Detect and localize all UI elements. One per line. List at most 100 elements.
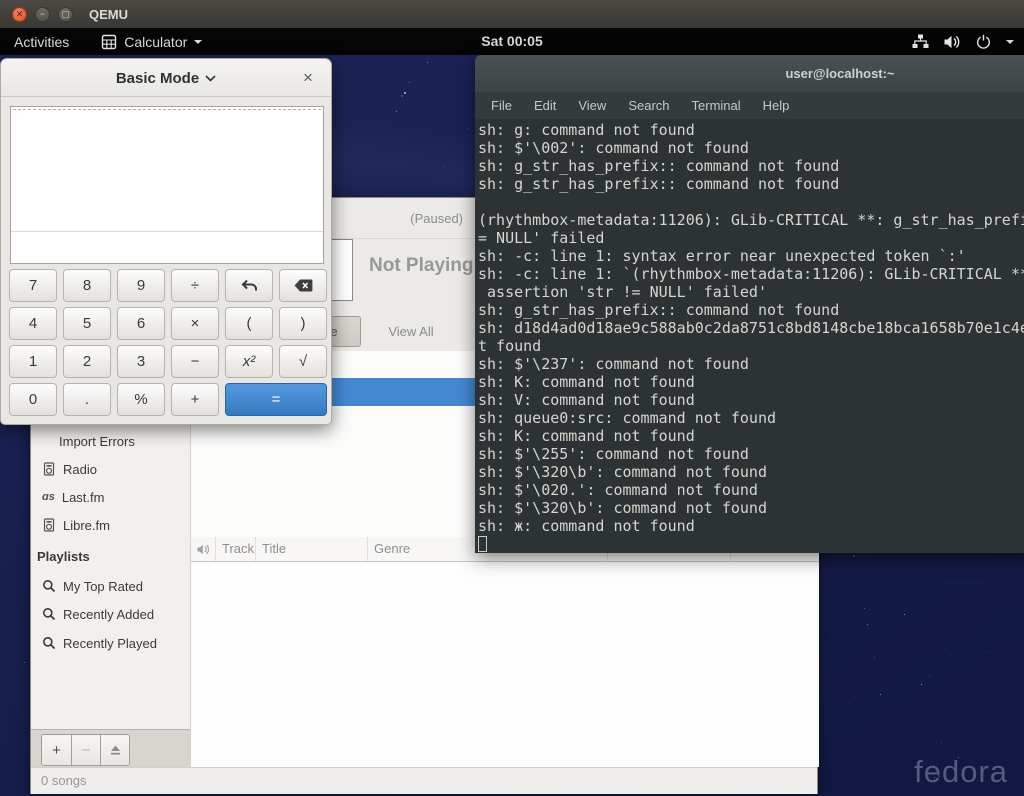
network-icon[interactable] bbox=[912, 34, 929, 49]
sidebar-item-label: Import Errors bbox=[59, 434, 135, 449]
system-menu-chevron-icon[interactable] bbox=[1006, 40, 1014, 44]
terminal-menubar: FileEditViewSearchTerminalHelp bbox=[475, 92, 1024, 119]
key-4[interactable]: 4 bbox=[9, 307, 57, 340]
terminal-output-line: sh: g: command not found bbox=[478, 121, 1024, 139]
gnome-top-bar: Activities Calculator Sat 00:05 bbox=[0, 28, 1024, 55]
sidebar-item-label: Recently Added bbox=[63, 607, 154, 622]
key-add[interactable]: + bbox=[171, 383, 219, 416]
radio-icon bbox=[42, 518, 56, 532]
terminal-output-line: sh: $'\002': command not found bbox=[478, 139, 1024, 157]
key-divide[interactable]: ÷ bbox=[171, 269, 219, 302]
backspace-icon bbox=[294, 279, 313, 292]
sidebar-item-label: My Top Rated bbox=[63, 579, 143, 594]
key-backspace[interactable] bbox=[279, 269, 327, 302]
view-all-button[interactable]: View All bbox=[366, 318, 456, 345]
display-focus-line bbox=[13, 109, 321, 110]
eject-icon bbox=[109, 744, 122, 756]
terminal-menu-item[interactable]: Help bbox=[752, 98, 801, 113]
terminal-output-line: = NULL' failed bbox=[478, 229, 1024, 247]
terminal-menu-item[interactable]: Terminal bbox=[681, 98, 752, 113]
window-minimize-button[interactable]: − bbox=[35, 7, 50, 22]
radio-icon bbox=[42, 462, 56, 476]
calculator-display[interactable] bbox=[10, 106, 324, 264]
sidebar-item-label: Radio bbox=[63, 462, 97, 477]
sidebar-playlists-header: Playlists bbox=[31, 544, 190, 568]
terminal-output-line: t found bbox=[478, 337, 1024, 355]
terminal-output-line bbox=[478, 193, 1024, 211]
key-8[interactable]: 8 bbox=[63, 269, 111, 302]
terminal-menu-item[interactable]: View bbox=[567, 98, 617, 113]
terminal-menu-item[interactable]: Search bbox=[617, 98, 680, 113]
key-multiply[interactable]: × bbox=[171, 307, 219, 340]
sidebar-item-recently-added[interactable]: Recently Added bbox=[31, 602, 190, 626]
calculator-headerbar: Basic Mode × bbox=[1, 59, 331, 97]
app-menu-label: Calculator bbox=[124, 34, 187, 50]
key-equals[interactable]: = bbox=[225, 383, 327, 416]
terminal-output-line: sh: K: command not found bbox=[478, 427, 1024, 445]
search-icon bbox=[42, 579, 56, 593]
terminal-lines: sh: g: command not foundsh: $'\002': com… bbox=[478, 121, 1024, 535]
terminal-titlebar[interactable]: user@localhost:~ bbox=[475, 55, 1024, 92]
key-square[interactable]: x² bbox=[225, 345, 273, 378]
calculator-app-icon bbox=[101, 34, 117, 50]
speaker-icon bbox=[197, 544, 210, 555]
key-decimal[interactable]: . bbox=[63, 383, 111, 416]
key-1[interactable]: 1 bbox=[9, 345, 57, 378]
rhythmbox-status-bar: 0 songs bbox=[31, 767, 817, 794]
search-icon bbox=[42, 636, 56, 650]
key-sqrt[interactable]: √ bbox=[279, 345, 327, 378]
key-7[interactable]: 7 bbox=[9, 269, 57, 302]
mode-menu-button[interactable]: Basic Mode bbox=[1, 59, 331, 97]
mode-label: Basic Mode bbox=[116, 70, 199, 87]
key-3[interactable]: 3 bbox=[117, 345, 165, 378]
sidebar-item-librefm[interactable]: Libre.fm bbox=[31, 513, 190, 537]
sidebar-item-my-top-rated[interactable]: My Top Rated bbox=[31, 574, 190, 598]
key-undo[interactable] bbox=[225, 269, 273, 302]
title-column-header[interactable]: Title bbox=[256, 537, 368, 561]
key-6[interactable]: 6 bbox=[117, 307, 165, 340]
app-menu-calculator[interactable]: Calculator bbox=[91, 34, 212, 50]
sidebar-item-radio[interactable]: Radio bbox=[31, 457, 190, 481]
window-close-button[interactable]: ✕ bbox=[12, 7, 27, 22]
sidebar-item-recently-played[interactable]: Recently Played bbox=[31, 631, 190, 655]
lastfm-icon: ɑs bbox=[42, 491, 55, 503]
sidebar-item-import-errors[interactable]: Import Errors bbox=[31, 429, 190, 453]
key-9[interactable]: 9 bbox=[117, 269, 165, 302]
terminal-output-line: sh: d18d4ad0d18ae9c588ab0c2da8751c8bd814… bbox=[478, 319, 1024, 337]
add-playlist-button[interactable]: + bbox=[42, 735, 71, 765]
eject-button[interactable] bbox=[100, 735, 129, 765]
close-button[interactable]: × bbox=[297, 67, 319, 89]
calculator-window: Basic Mode × 7 8 9 ÷ 4 5 6 × ( ) 1 2 3 −… bbox=[0, 58, 332, 425]
terminal-output-line: sh: ж: command not found bbox=[478, 517, 1024, 535]
terminal-output-line: sh: V: command not found bbox=[478, 391, 1024, 409]
terminal-menu-item[interactable]: File bbox=[480, 98, 523, 113]
terminal-cursor bbox=[478, 536, 487, 552]
window-title: QEMU bbox=[89, 7, 128, 22]
terminal-menu-item[interactable]: Edit bbox=[523, 98, 567, 113]
chevron-down-icon bbox=[194, 40, 202, 44]
remove-playlist-button[interactable]: − bbox=[71, 735, 100, 765]
key-percent[interactable]: % bbox=[117, 383, 165, 416]
key-2[interactable]: 2 bbox=[63, 345, 111, 378]
key-open-paren[interactable]: ( bbox=[225, 307, 273, 340]
track-list-body[interactable] bbox=[191, 562, 819, 767]
qemu-titlebar: ✕ − ▢ QEMU bbox=[0, 0, 1024, 28]
key-subtract[interactable]: − bbox=[171, 345, 219, 378]
power-icon[interactable] bbox=[976, 34, 991, 49]
calculator-keypad: 7 8 9 ÷ 4 5 6 × ( ) 1 2 3 − x² √ 0 . % +… bbox=[1, 269, 333, 419]
key-0[interactable]: 0 bbox=[9, 383, 57, 416]
undo-icon bbox=[241, 279, 258, 292]
activities-button[interactable]: Activities bbox=[0, 34, 83, 50]
key-close-paren[interactable]: ) bbox=[279, 307, 327, 340]
display-divider bbox=[11, 231, 323, 232]
sidebar-item-lastfm[interactable]: ɑs Last.fm bbox=[31, 485, 190, 509]
key-5[interactable]: 5 bbox=[63, 307, 111, 340]
playing-column-header[interactable] bbox=[191, 537, 216, 561]
terminal-output-line: sh: g_str_has_prefix:: command not found bbox=[478, 175, 1024, 193]
track-column-header[interactable]: Track bbox=[216, 537, 256, 561]
window-maximize-button[interactable]: ▢ bbox=[58, 7, 73, 22]
terminal-output-line: sh: $'\320\b': command not found bbox=[478, 463, 1024, 481]
terminal-output-line: (rhythmbox-metadata:11206): GLib-CRITICA… bbox=[478, 211, 1024, 229]
terminal-output[interactable]: sh: g: command not foundsh: $'\002': com… bbox=[475, 119, 1024, 553]
volume-icon[interactable] bbox=[944, 35, 961, 49]
